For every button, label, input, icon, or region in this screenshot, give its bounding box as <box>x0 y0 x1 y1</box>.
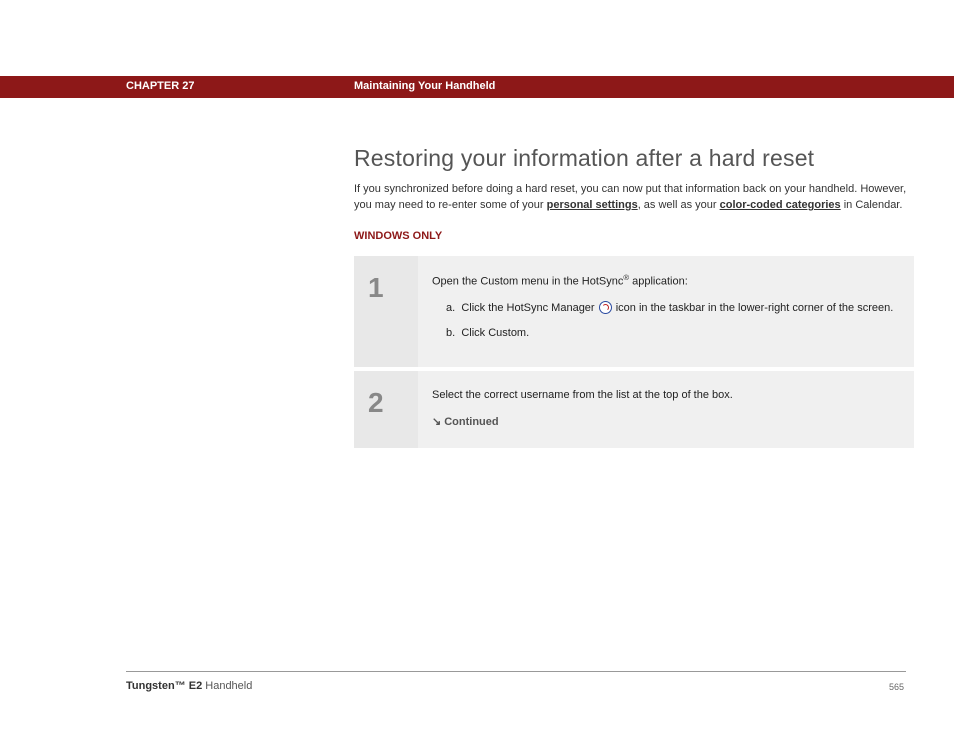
personal-settings-link[interactable]: personal settings <box>547 199 638 211</box>
step-row: 1 Open the Custom menu in the HotSync® a… <box>354 256 914 369</box>
footer-suffix: Handheld <box>202 680 252 692</box>
continued-indicator: ↘Continued <box>432 414 900 431</box>
page-number: 565 <box>889 682 904 692</box>
substep-text-pre: Click Custom. <box>461 327 529 339</box>
platform-label: WINDOWS ONLY <box>354 230 914 242</box>
substep-text-pre: Click the HotSync Manager <box>461 302 597 314</box>
footer-model: E2 <box>186 680 203 692</box>
step-text-pre: Open the Custom menu in the HotSync <box>432 276 623 288</box>
page-title: Restoring your information after a hard … <box>354 145 914 172</box>
footer-brand: Tungsten <box>126 680 175 692</box>
step-number: 2 <box>368 387 404 419</box>
chapter-label: CHAPTER 27 <box>126 80 194 92</box>
step-number-cell: 1 <box>354 256 418 369</box>
step-body-cell: Open the Custom menu in the HotSync® app… <box>418 256 914 369</box>
chapter-header-bar: CHAPTER 27 Maintaining Your Handheld <box>0 76 954 98</box>
trademark-symbol: ™ <box>175 680 186 692</box>
step-number-cell: 2 <box>354 369 418 450</box>
substep-item: b. Click Custom. <box>446 325 900 342</box>
substep-text-post: icon in the taskbar in the lower-right c… <box>613 302 894 314</box>
step-body-cell: Select the correct username from the lis… <box>418 369 914 450</box>
color-coded-categories-link[interactable]: color-coded categories <box>720 199 841 211</box>
step-main-text: Open the Custom menu in the HotSync® app… <box>432 272 900 290</box>
continued-arrow-icon: ↘ <box>432 414 441 431</box>
step-text-post: application: <box>629 276 688 288</box>
intro-text-mid: , as well as your <box>638 199 720 211</box>
page-content: Restoring your information after a hard … <box>354 145 914 452</box>
step-number: 1 <box>368 272 404 304</box>
substeps-list: a. Click the HotSync Manager icon in the… <box>432 300 900 341</box>
step-main-text: Select the correct username from the lis… <box>432 387 900 404</box>
hotsync-manager-icon <box>599 301 612 314</box>
section-title: Maintaining Your Handheld <box>354 80 495 92</box>
continued-label: Continued <box>444 416 498 428</box>
substep-label: b. <box>446 327 455 339</box>
intro-paragraph: If you synchronized before doing a hard … <box>354 182 914 214</box>
steps-table: 1 Open the Custom menu in the HotSync® a… <box>354 256 914 452</box>
footer-rule <box>126 671 906 672</box>
intro-text-post: in Calendar. <box>841 199 903 211</box>
step-row: 2 Select the correct username from the l… <box>354 369 914 450</box>
footer-text: Tungsten™ E2 Handheld <box>126 680 252 692</box>
substep-item: a. Click the HotSync Manager icon in the… <box>446 300 900 317</box>
substep-label: a. <box>446 302 455 314</box>
